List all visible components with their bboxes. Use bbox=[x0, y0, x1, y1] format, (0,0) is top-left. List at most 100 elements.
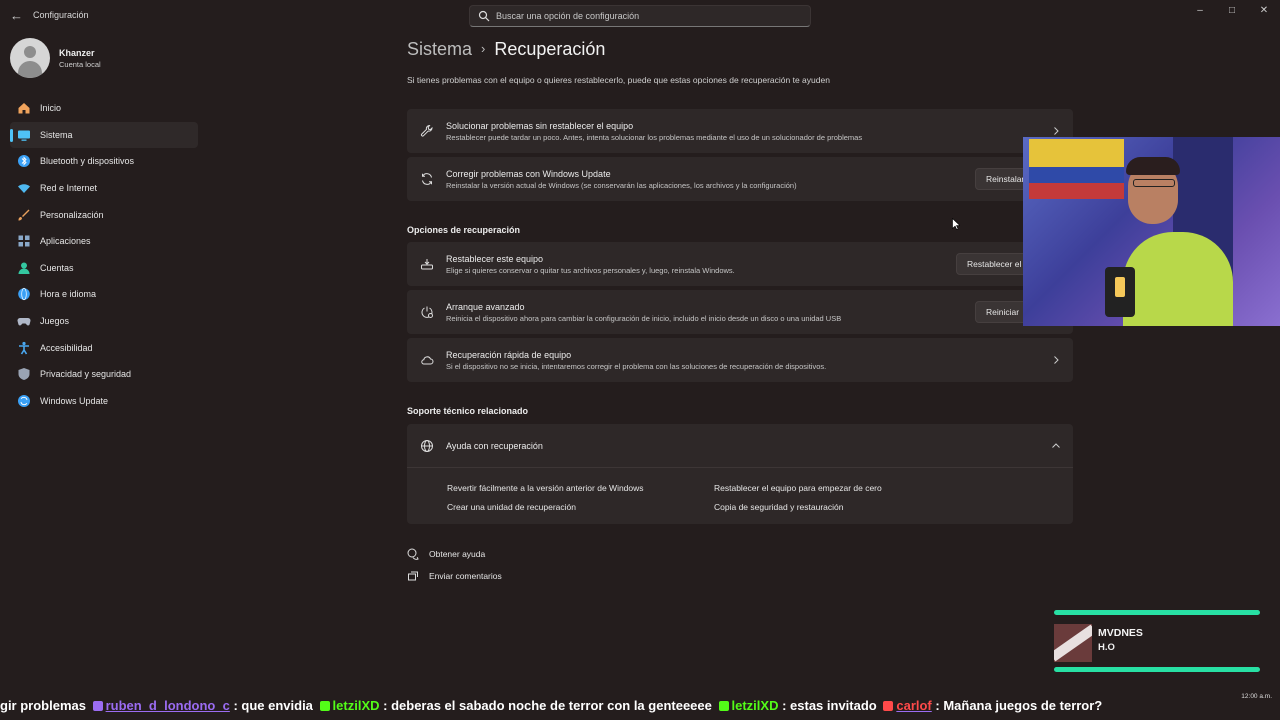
accessibility-icon bbox=[19, 341, 29, 355]
wrench-icon bbox=[420, 125, 433, 137]
help-recovery-header[interactable]: Ayuda con recuperación bbox=[407, 424, 1073, 468]
tray-time: 12:00 a.m. bbox=[1241, 693, 1272, 700]
chat-username: letzilXD bbox=[332, 698, 380, 713]
card-title: Restablecer este equipo bbox=[446, 254, 544, 264]
sidebar-item-juegos[interactable]: Juegos bbox=[10, 308, 198, 335]
card-title: Arranque avanzado bbox=[446, 302, 525, 312]
bluetooth-icon bbox=[18, 155, 30, 168]
close-button[interactable]: ✕ bbox=[1248, 0, 1280, 22]
sidebar-item-label: Aplicaciones bbox=[40, 236, 91, 247]
maximize-button[interactable]: □ bbox=[1216, 0, 1248, 22]
sidebar-item-label: Accesibilidad bbox=[40, 342, 93, 353]
profile-name: Khanzer bbox=[59, 48, 95, 58]
search-box[interactable] bbox=[469, 5, 811, 27]
sidebar-item-aplicaciones[interactable]: Aplicaciones bbox=[10, 228, 198, 255]
profile-account-type: Cuenta local bbox=[59, 60, 101, 69]
sidebar-item-label: Red e Internet bbox=[40, 183, 98, 194]
card-title: Solucionar problemas sin restablecer el … bbox=[446, 121, 634, 131]
progress-bar-bottom bbox=[1054, 667, 1260, 672]
advanced-startup-icon bbox=[421, 306, 433, 318]
reset-pc-card: Restablecer este equipo Elige si quieres… bbox=[407, 242, 1073, 286]
brush-icon bbox=[18, 209, 30, 221]
troubleshoot-card[interactable]: Solucionar problemas sin restablecer el … bbox=[407, 109, 1073, 153]
sidebar-item-accesibilidad[interactable]: Accesibilidad bbox=[10, 334, 198, 361]
minimize-button[interactable]: – bbox=[1184, 0, 1216, 22]
sidebar-item-inicio[interactable]: Inicio bbox=[10, 95, 198, 122]
breadcrumb-separator: › bbox=[481, 41, 486, 56]
help-link[interactable]: Revertir fácilmente a la versión anterio… bbox=[447, 483, 644, 493]
card-subtitle: Reinicia el dispositivo ahora para cambi… bbox=[446, 314, 842, 323]
flag-stripe bbox=[1029, 167, 1124, 183]
windows-update-fix-card: Corregir problemas con Windows Update Re… bbox=[407, 157, 1073, 201]
get-help-label: Obtener ayuda bbox=[429, 549, 486, 559]
chevron-right-icon bbox=[1054, 127, 1059, 135]
now-playing-artist: MVDNES bbox=[1098, 627, 1143, 639]
card-title: Corregir problemas con Windows Update bbox=[446, 169, 611, 179]
webcam-overlay bbox=[1023, 137, 1280, 326]
window-controls: – □ ✕ bbox=[1184, 0, 1280, 22]
sidebar-item-label: Cuentas bbox=[40, 262, 74, 273]
help-recovery-card: Ayuda con recuperación Revertir fácilmen… bbox=[407, 424, 1073, 524]
sidebar-item-label: Sistema bbox=[40, 129, 73, 140]
chat-badge-icon bbox=[883, 701, 894, 711]
sidebar-item-bluetooth-y-dispositivos[interactable]: Bluetooth y dispositivos bbox=[10, 148, 198, 175]
get-help-link[interactable]: Obtener ayuda bbox=[407, 547, 485, 561]
cloud-icon bbox=[421, 356, 434, 365]
person-hair bbox=[1126, 157, 1180, 175]
app-title: Configuración bbox=[33, 10, 89, 20]
mouse-cursor-icon bbox=[952, 218, 960, 230]
chevron-up-icon[interactable] bbox=[1051, 441, 1061, 451]
sidebar-item-red-e-internet[interactable]: Red e Internet bbox=[10, 175, 198, 202]
back-button[interactable]: ← bbox=[10, 8, 24, 24]
album-art bbox=[1054, 624, 1092, 662]
help-link[interactable]: Restablecer el equipo para empezar de ce… bbox=[714, 483, 882, 493]
card-title: Recuperación rápida de equipo bbox=[446, 350, 572, 360]
sidebar-nav: Inicio Sistema Bluetooth y dispositivos Red… bbox=[10, 95, 198, 414]
sidebar-item-label: Privacidad y seguridad bbox=[40, 369, 132, 380]
reset-pc-icon bbox=[421, 259, 433, 270]
sidebar-item-hora-e-idioma[interactable]: Hora e idioma bbox=[10, 281, 198, 308]
breadcrumb-parent[interactable]: Sistema bbox=[407, 39, 472, 59]
recovery-options-heading: Opciones de recuperación bbox=[407, 225, 521, 235]
sidebar-item-cuentas[interactable]: Cuentas bbox=[10, 255, 198, 282]
flag-stripe bbox=[1029, 183, 1124, 199]
chat-message: : estas invitado bbox=[782, 698, 877, 713]
chat-message: : deberas el sabado noche de terror con … bbox=[383, 698, 712, 713]
chat-ticker: gir problemas ruben_d_londono_c : que en… bbox=[0, 692, 1280, 720]
sidebar-item-sistema[interactable]: Sistema bbox=[10, 121, 198, 149]
title-bar: ← Configuración – □ ✕ bbox=[0, 0, 1280, 32]
accounts-icon bbox=[18, 262, 30, 274]
help-link[interactable]: Crear una unidad de recuperación bbox=[447, 502, 576, 512]
sidebar-item-privacidad-y-seguridad[interactable]: Privacidad y seguridad bbox=[10, 361, 198, 388]
page-title: Recuperación bbox=[494, 39, 606, 59]
sidebar-item-label: Windows Update bbox=[40, 395, 109, 406]
sidebar-item-label: Inicio bbox=[40, 103, 62, 114]
sidebar-item-label: Personalización bbox=[40, 209, 104, 220]
chat-message: : que envidia bbox=[233, 698, 313, 713]
help-link[interactable]: Copia de seguridad y restauración bbox=[714, 502, 843, 512]
feedback-label: Enviar comentarios bbox=[429, 571, 502, 581]
search-icon bbox=[478, 10, 490, 22]
avatar bbox=[10, 38, 50, 78]
intro-text: Si tienes problemas con el equipo o quie… bbox=[407, 75, 830, 85]
quick-recovery-card[interactable]: Recuperación rápida de equipo Si el disp… bbox=[407, 338, 1073, 382]
wifi-icon bbox=[18, 184, 30, 194]
card-subtitle: Si el dispositivo no se inicia, intentar… bbox=[446, 362, 827, 371]
sidebar-item-label: Juegos bbox=[40, 316, 70, 327]
restart-now-button[interactable]: Reiniciar bbox=[975, 301, 1031, 323]
feedback-icon bbox=[408, 571, 418, 581]
kick-icon bbox=[319, 701, 330, 711]
feedback-link[interactable]: Enviar comentarios bbox=[407, 569, 502, 583]
chevron-right-icon bbox=[1054, 356, 1059, 364]
shield-icon bbox=[18, 368, 30, 381]
card-subtitle: Elige si quieres conservar o quitar tus … bbox=[446, 266, 735, 275]
person-shirt bbox=[1123, 232, 1233, 326]
gamepad-icon bbox=[17, 318, 31, 326]
card-subtitle: Restablecer puede tardar un poco. Antes,… bbox=[446, 133, 863, 142]
sidebar-item-personalización[interactable]: Personalización bbox=[10, 201, 198, 228]
sidebar-item-windows-update[interactable]: Windows Update bbox=[10, 388, 198, 415]
system-icon bbox=[18, 130, 30, 141]
glasses bbox=[1133, 179, 1175, 187]
reset-pc-button[interactable]: Restablecer el bbox=[956, 253, 1033, 275]
search-input[interactable] bbox=[496, 8, 796, 24]
